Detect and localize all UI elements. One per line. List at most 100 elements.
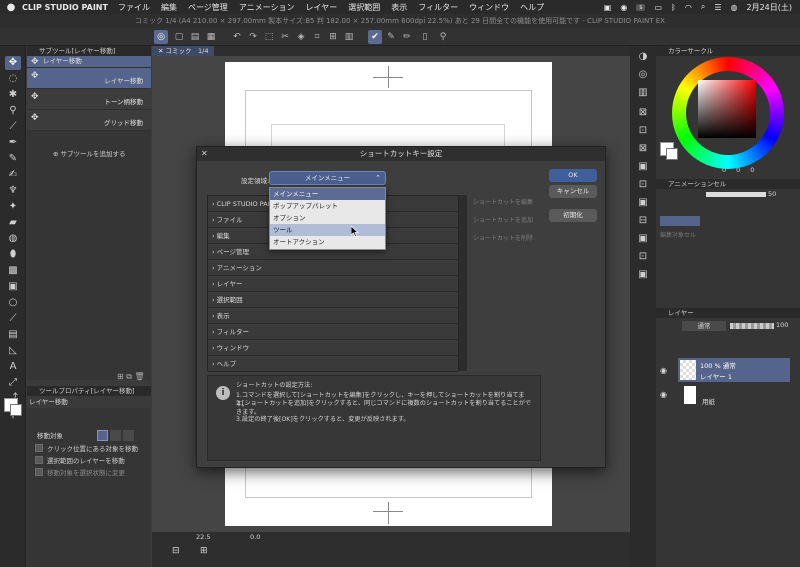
toolbar-brush-icon[interactable]: ✎ [384, 30, 398, 44]
menu-app-name[interactable]: CLIP STUDIO PAINT [22, 3, 108, 12]
tool-icon-c[interactable]: ⊠ [635, 142, 651, 156]
decoration-icon[interactable]: ✦ [5, 200, 21, 214]
layer-row-active[interactable]: 100 % 通常 レイヤー 1 [678, 358, 790, 382]
gradient-icon[interactable]: ▩ [5, 264, 21, 278]
dropdown-option-tools[interactable]: ツール [270, 224, 385, 236]
battery-icon[interactable]: ▭ [654, 3, 662, 12]
menu-edit[interactable]: 編集 [161, 2, 177, 13]
subtool-item-layer-move[interactable]: ✥ レイヤー移動 [27, 68, 151, 89]
toolbar-doc-icon[interactable]: ▯ [418, 30, 432, 44]
menu-selection[interactable]: 選択範囲 [348, 2, 380, 13]
opacity-value[interactable]: 100 [776, 321, 788, 329]
anim-value[interactable]: 50 [768, 190, 776, 198]
fill-tool-icon[interactable]: ⬮ [5, 248, 21, 262]
tool-icon-e[interactable]: ⊡ [635, 178, 651, 192]
apple-icon[interactable]: ● [0, 2, 22, 13]
target-grid-button[interactable] [123, 429, 134, 441]
dropdown-option-popup-palette[interactable]: ポップアップパレット [270, 200, 385, 212]
menu-animation[interactable]: アニメーション [239, 2, 295, 13]
line-tool-icon[interactable]: ⟋ [5, 312, 21, 326]
toolbar-pencil-icon[interactable]: ✏ [400, 30, 414, 44]
search-icon[interactable]: ⌕ [701, 2, 705, 12]
toolbar-ruler-icon[interactable]: ▥ [342, 30, 356, 44]
check-select-target[interactable]: 移動対象を選択状態に変更 [27, 466, 151, 478]
color-v[interactable]: 0 [750, 166, 754, 174]
tab-comic[interactable]: ✕ コミック 1/4 [152, 46, 215, 56]
dropdown-option-main-menu[interactable]: メインメニュー [270, 188, 385, 200]
status-icon-1[interactable]: ▣ [604, 3, 612, 12]
redo-icon[interactable]: ↷ [246, 30, 260, 44]
layout-icon[interactable]: ⊞ [200, 546, 208, 556]
close-icon[interactable]: ✕ [158, 47, 166, 55]
toolbar-crop-icon[interactable]: ⌗ [310, 30, 324, 44]
navigator-icon[interactable]: ⊟ [172, 546, 180, 556]
pen-tool-icon[interactable]: ✒ [5, 136, 21, 150]
opacity-slider[interactable] [730, 323, 774, 329]
color-wheel-icon[interactable]: ◑ [635, 50, 651, 64]
tree-item[interactable]: › ヘルプ [208, 356, 458, 372]
tool-icon-j[interactable]: ▣ [635, 268, 651, 282]
angle-value[interactable]: 0.0 [250, 533, 260, 541]
ellipse-tool-icon[interactable]: ○ [5, 296, 21, 310]
airbrush-icon[interactable]: ♆ [5, 184, 21, 198]
move-tool-icon[interactable]: ✥ [5, 56, 21, 70]
menu-view[interactable]: 表示 [391, 2, 407, 13]
menu-file[interactable]: ファイル [118, 2, 150, 13]
status-icon-2[interactable]: ◉ [620, 3, 627, 12]
tool-icon-f[interactable]: ▣ [635, 196, 651, 210]
subtool-footer-icons[interactable]: ⊞ ⧉ 🗑 [117, 372, 145, 382]
reset-button[interactable]: 初期化 [549, 209, 597, 222]
tree-item[interactable]: › アニメーション [208, 260, 458, 276]
zoom-value[interactable]: 22.5 [196, 533, 210, 541]
dropdown-option-auto-action[interactable]: オートアクション [270, 236, 385, 248]
setting-area-select[interactable]: メインメニュー ⌃ [269, 171, 386, 185]
toolbar-grid-icon[interactable]: ⊞ [326, 30, 340, 44]
checkbox[interactable] [35, 444, 43, 452]
tree-item[interactable]: › 選択範囲 [208, 292, 458, 308]
add-subtool-button[interactable]: ⊕ サブツールを追加する [53, 148, 126, 158]
menu-layer[interactable]: レイヤー [306, 2, 338, 13]
toolbar-canvas-icon[interactable]: ◎ [154, 30, 168, 44]
tool-icon-i[interactable]: ⊡ [635, 250, 651, 264]
figure-tool-icon[interactable]: ▣ [5, 280, 21, 294]
balloon-tool-icon[interactable]: ◺ [5, 344, 21, 358]
brush-tool-icon[interactable]: ✍ [5, 168, 21, 182]
color-set-icon[interactable]: ▥ [635, 86, 651, 100]
wifi-icon[interactable]: ◠ [685, 3, 692, 12]
menu-filter[interactable]: フィルター [418, 2, 458, 13]
zoom-tool-icon[interactable]: ⚲ [5, 104, 21, 118]
toolbar-transform-icon[interactable]: ✂ [278, 30, 292, 44]
saturation-value-square[interactable] [698, 80, 756, 138]
sub-color-swatch[interactable] [10, 404, 22, 416]
delete-shortcut-button[interactable]: ショートカットを削除 [473, 233, 543, 245]
blend-tool-icon[interactable]: ◍ [5, 232, 21, 246]
eraser-icon[interactable]: ▰ [5, 216, 21, 230]
tool-icon-d[interactable]: ▣ [635, 160, 651, 174]
bluetooth-icon[interactable]: ᛒ [671, 3, 676, 12]
frame-tool-icon[interactable]: ▤ [5, 328, 21, 342]
text-tool-icon[interactable]: A [5, 360, 21, 374]
tool-icon-h[interactable]: ▣ [635, 232, 651, 246]
menu-help[interactable]: ヘルプ [520, 2, 544, 13]
toolbar-open-icon[interactable]: ▤ [188, 30, 202, 44]
add-shortcut-button[interactable]: ショートカットを追加 [473, 215, 543, 227]
eyedropper-icon[interactable]: ⟋ [5, 120, 21, 134]
sub-color-chip[interactable] [666, 148, 678, 160]
tool-icon-g[interactable]: ⊟ [635, 214, 651, 228]
subtool-item-grid-move[interactable]: ✥ グリッド移動 [27, 110, 151, 131]
tree-item[interactable]: › ウィンドウ [208, 340, 458, 356]
edit-shortcut-button[interactable]: ショートカットを編集 [473, 197, 543, 209]
checkbox[interactable] [35, 468, 43, 476]
tool-icon-a[interactable]: ⊠ [635, 106, 651, 120]
eye-icon[interactable]: ◉ [660, 366, 667, 375]
target-layer-button[interactable] [97, 429, 108, 441]
cancel-button[interactable]: キャンセル [549, 185, 597, 198]
blend-mode-select[interactable]: 通常 [682, 321, 726, 331]
magic-wand-icon[interactable]: ✱ [5, 88, 21, 102]
menu-page[interactable]: ページ管理 [188, 2, 228, 13]
clock-date[interactable]: 2月24日(土) [746, 2, 792, 13]
lasso-tool-icon[interactable]: ◌ [5, 72, 21, 86]
check-click-position[interactable]: クリック位置にある対象を移動 [27, 442, 151, 454]
control-center-icon[interactable]: ☰ [714, 3, 721, 12]
ok-button[interactable]: OK [549, 169, 597, 182]
